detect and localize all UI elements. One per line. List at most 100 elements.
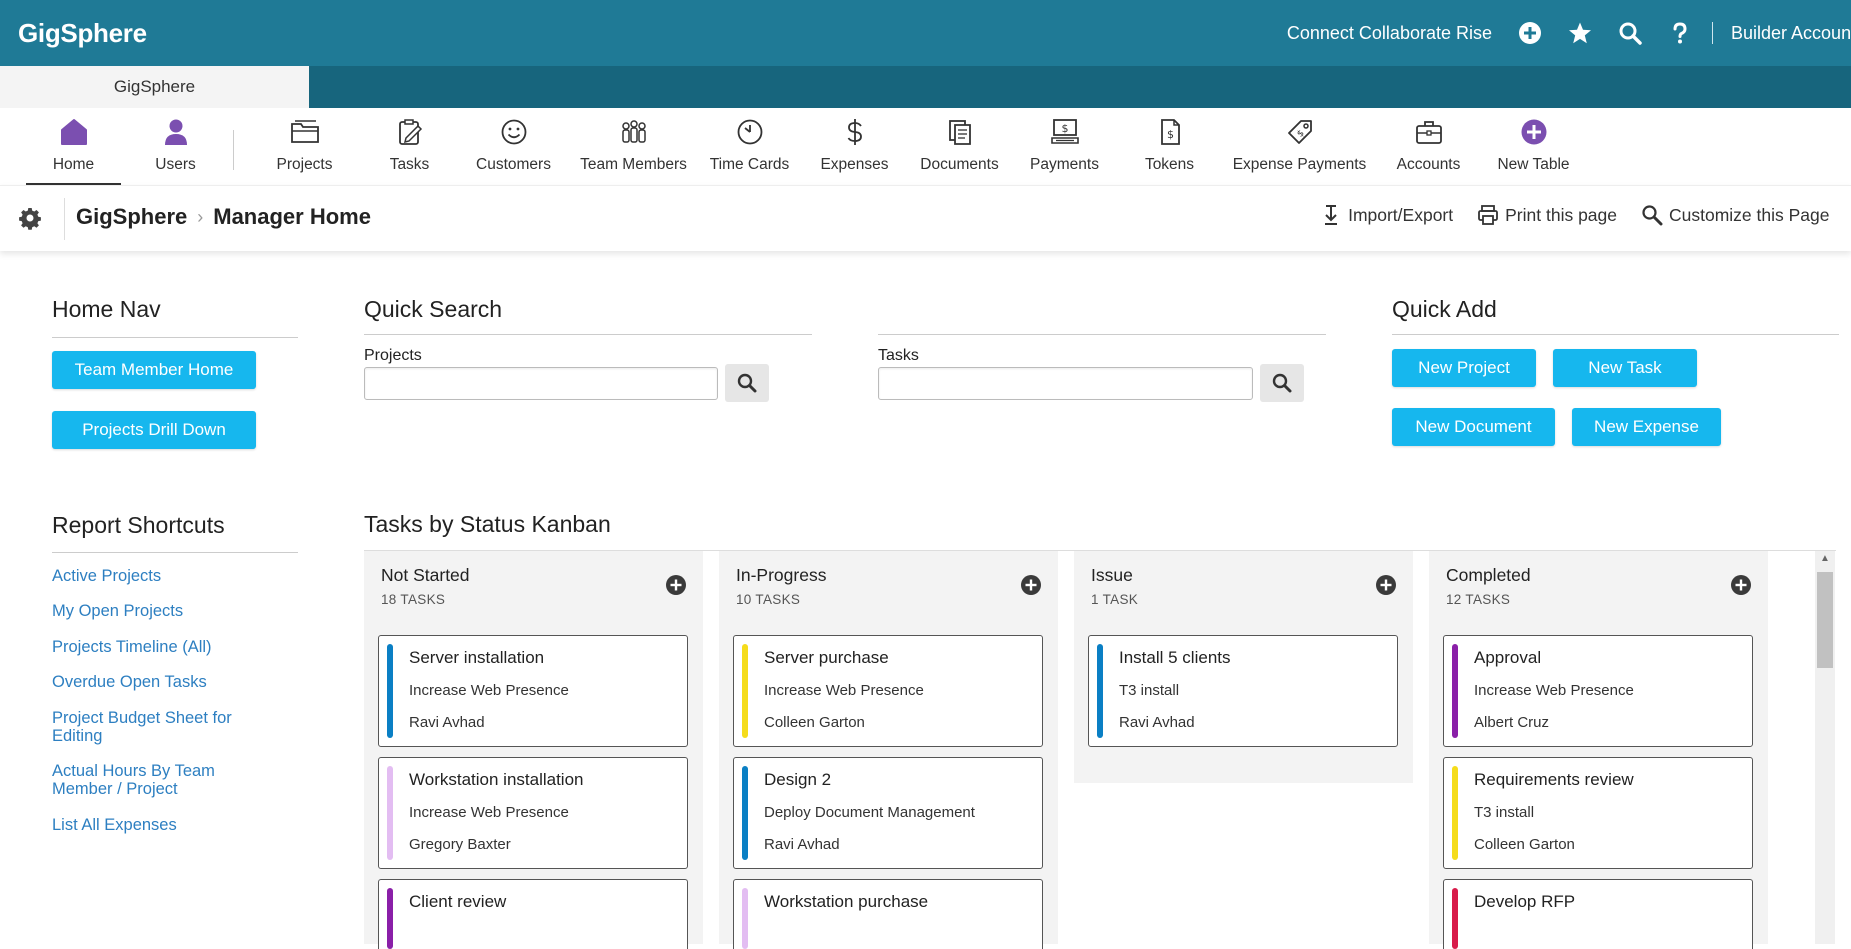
user-icon — [161, 114, 191, 150]
top-header: GigSphere Connect Collaborate Rise Build… — [0, 0, 1851, 66]
star-icon[interactable] — [1568, 21, 1592, 45]
kanban-card[interactable]: Workstation purchase — [733, 879, 1043, 949]
projects-search-input[interactable] — [364, 367, 718, 400]
add-task-icon[interactable] — [665, 574, 687, 596]
nav-item-tokens[interactable]: $ Tokens — [1122, 114, 1217, 185]
gear-icon[interactable] — [18, 207, 42, 231]
kanban-card[interactable]: Install 5 clients T3 install Ravi Avhad — [1088, 635, 1398, 747]
header-divider — [1712, 22, 1713, 44]
team-member-home-button[interactable]: Team Member Home — [52, 351, 256, 389]
quick-search-title: Quick Search — [364, 296, 503, 322]
card-color-bar — [387, 888, 393, 949]
nav-item-tasks[interactable]: Tasks — [362, 114, 457, 185]
nav-item-expenses[interactable]: Expenses — [807, 114, 902, 185]
card-color-bar — [1452, 766, 1458, 860]
nav-item-new-table[interactable]: New Table — [1486, 114, 1581, 185]
kanban-card[interactable]: Requirements review T3 install Colleen G… — [1443, 757, 1753, 869]
documents-icon — [945, 114, 975, 150]
icon-nav: Home Users Projects Tasks Customers Team… — [0, 108, 1851, 185]
kanban-card[interactable]: Server purchase Increase Web Presence Co… — [733, 635, 1043, 747]
add-task-icon[interactable] — [1375, 574, 1397, 596]
scroll-up-icon[interactable]: ▲ — [1815, 553, 1835, 569]
add-task-icon[interactable] — [1730, 574, 1752, 596]
home-nav-title: Home Nav — [52, 296, 161, 322]
kanban-card[interactable]: Client review — [378, 879, 688, 949]
brand-logo[interactable]: GigSphere — [18, 18, 147, 49]
nav-item-team-members[interactable]: Team Members — [576, 114, 691, 185]
tagline: Connect Collaborate Rise — [1286, 22, 1492, 43]
add-task-icon[interactable] — [1020, 574, 1042, 596]
new-task-button[interactable]: New Task — [1553, 349, 1697, 387]
search-icon — [1272, 373, 1292, 393]
column-count: 12 TASKS — [1446, 592, 1511, 607]
home-icon — [59, 114, 89, 150]
team-icon — [619, 114, 649, 150]
report-link-active-projects[interactable]: Active Projects — [52, 567, 161, 585]
divider — [52, 337, 298, 338]
briefcase-icon — [1414, 114, 1444, 150]
nav-item-users[interactable]: Users — [128, 114, 223, 185]
add-circle-icon[interactable] — [1518, 21, 1542, 45]
nav-item-customers[interactable]: Customers — [466, 114, 561, 185]
tasks-search-input[interactable] — [878, 367, 1253, 400]
import-export-icon — [1325, 205, 1338, 225]
kanban-column-not-started: Not Started 18 TASKS Server installation… — [364, 551, 703, 949]
new-document-button[interactable]: New Document — [1392, 408, 1555, 446]
new-expense-button[interactable]: New Expense — [1572, 408, 1721, 446]
nav-item-payments[interactable]: $ Payments — [1017, 114, 1112, 185]
import-export-button[interactable]: Import/Export — [1320, 204, 1453, 226]
breadcrumb-root[interactable]: GigSphere — [76, 204, 187, 230]
dollar-icon — [840, 114, 870, 150]
kanban-column-issue: Issue 1 TASK Install 5 clients T3 instal… — [1074, 551, 1413, 783]
clock-icon — [735, 114, 765, 150]
nav-item-expense-payments[interactable]: $ Expense Payments — [1232, 114, 1367, 185]
app-tab-gigsphere[interactable]: GigSphere — [0, 66, 309, 108]
help-icon[interactable] — [1668, 21, 1692, 45]
nav-item-documents[interactable]: Documents — [912, 114, 1007, 185]
kanban-column-completed: Completed 12 TASKS Approval Increase Web… — [1429, 551, 1768, 949]
search-icon — [737, 373, 757, 393]
kanban-scroll-thumb[interactable] — [1817, 572, 1833, 668]
kanban-card[interactable]: Server installation Increase Web Presenc… — [378, 635, 688, 747]
kanban-title: Tasks by Status Kanban — [364, 511, 611, 537]
search-icon[interactable] — [1618, 21, 1642, 45]
kanban-card[interactable]: Design 2 Deploy Document Management Ravi… — [733, 757, 1043, 869]
payment-icon: $ — [1050, 114, 1080, 150]
card-color-bar — [1452, 644, 1458, 738]
report-link-actual-hours[interactable]: Actual Hours By Team Member / Project — [52, 762, 237, 798]
report-link-my-open-projects[interactable]: My Open Projects — [52, 602, 183, 620]
report-link-list-all-expenses[interactable]: List All Expenses — [52, 816, 177, 834]
print-page-button[interactable]: Print this page — [1477, 204, 1617, 226]
report-link-projects-timeline[interactable]: Projects Timeline (All) — [52, 638, 212, 656]
breadcrumb: GigSphere › Manager Home — [76, 204, 371, 230]
card-color-bar — [1097, 644, 1103, 738]
card-color-bar — [742, 644, 748, 738]
account-menu[interactable]: Builder Account — [1731, 23, 1851, 44]
svg-text:$: $ — [1167, 128, 1174, 141]
column-title: Issue — [1091, 565, 1133, 585]
projects-search-button[interactable] — [725, 364, 769, 402]
card-color-bar — [387, 766, 393, 860]
tasks-search-button[interactable] — [1260, 364, 1304, 402]
nav-item-accounts[interactable]: Accounts — [1381, 114, 1476, 185]
report-link-overdue-open-tasks[interactable]: Overdue Open Tasks — [52, 673, 207, 691]
header-right: Connect Collaborate Rise Builder Account — [1287, 0, 1851, 66]
nav-separator — [233, 130, 234, 170]
nav-item-time-cards[interactable]: Time Cards — [702, 114, 797, 185]
kanban-card[interactable]: Develop RFP — [1443, 879, 1753, 949]
nav-item-projects[interactable]: Projects — [257, 114, 352, 185]
kanban-card[interactable]: Approval Increase Web Presence Albert Cr… — [1443, 635, 1753, 747]
breadcrumb-divider — [64, 198, 65, 240]
column-count: 18 TASKS — [381, 592, 446, 607]
divider — [1392, 334, 1839, 335]
plus-circle-icon — [1519, 114, 1549, 150]
magnifier-icon — [1642, 205, 1663, 226]
projects-drill-down-button[interactable]: Projects Drill Down — [52, 411, 256, 449]
report-link-project-budget-sheet[interactable]: Project Budget Sheet for Editing — [52, 709, 252, 745]
kanban-card[interactable]: Workstation installation Increase Web Pr… — [378, 757, 688, 869]
nav-item-home[interactable]: Home — [26, 110, 121, 185]
page-actions: Import/Export Print this page Customize … — [1296, 204, 1851, 226]
customize-page-button[interactable]: Customize this Page — [1641, 204, 1851, 226]
card-color-bar — [742, 766, 748, 860]
new-project-button[interactable]: New Project — [1392, 349, 1536, 387]
